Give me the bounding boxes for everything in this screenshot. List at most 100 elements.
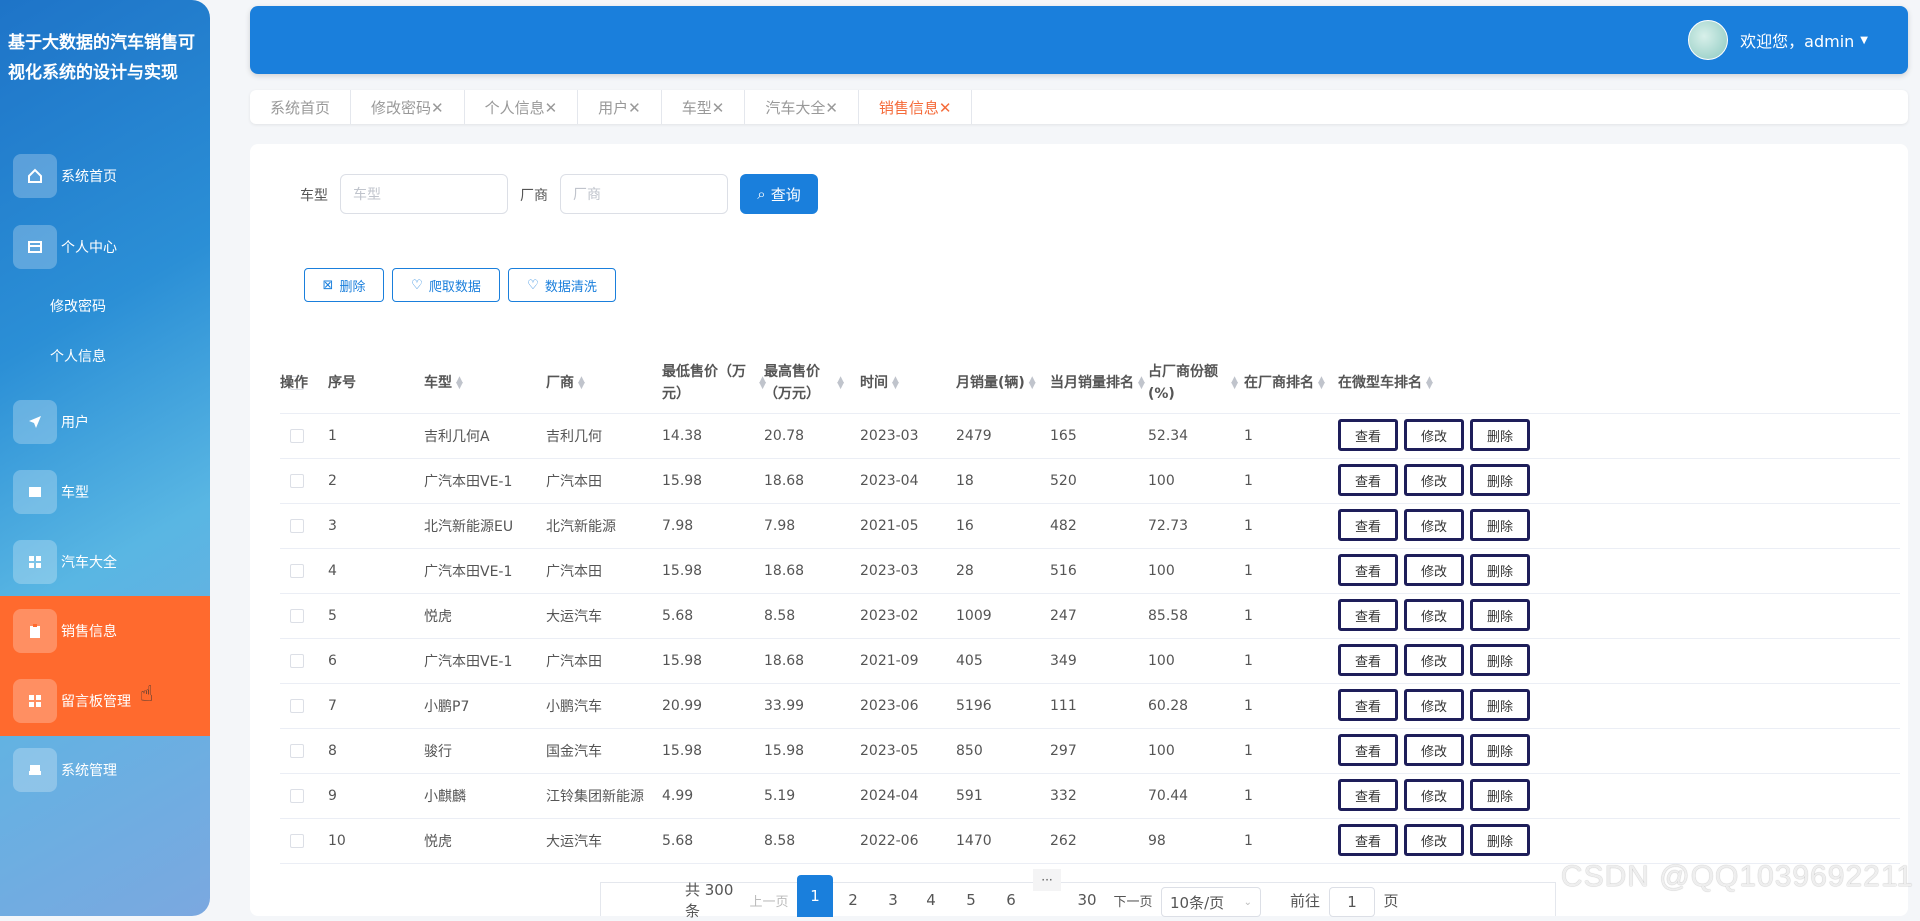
column-header[interactable]: 厂商 ▲ ▼ [546,352,650,413]
prev-page-button[interactable]: 上一页 [747,883,791,917]
page-4[interactable]: 4 [913,883,949,917]
user-menu[interactable]: 欢迎您，admin ▼ [1688,20,1868,60]
column-header[interactable]: 最高售价（万元） ▲ ▼ [764,352,844,413]
edit-button[interactable]: 修改 [1404,509,1464,541]
clean-data-button[interactable]: ♡ 数据清洗 [508,268,616,302]
edit-button[interactable]: 修改 [1404,734,1464,766]
sort-icon[interactable]: ▲ ▼ [1029,375,1036,390]
view-button[interactable]: 查看 [1338,554,1398,586]
edit-button[interactable]: 修改 [1404,689,1464,721]
sort-icon[interactable]: ▲ ▼ [1318,375,1325,390]
view-button[interactable]: 查看 [1338,464,1398,496]
page-1[interactable]: 1 [797,875,833,917]
edit-button[interactable]: 修改 [1404,824,1464,856]
column-header[interactable]: 车型 ▲ ▼ [424,352,534,413]
row-checkbox[interactable] [290,414,304,458]
row-checkbox[interactable] [290,459,304,503]
sidebar-item-change-password[interactable]: 修改密码 [0,286,210,326]
page-2[interactable]: 2 [835,883,871,917]
page-size-select[interactable]: 10条/页 ⌄ [1161,887,1261,917]
model-input[interactable]: 车型 [340,174,508,214]
sort-icon[interactable]: ▲ ▼ [1231,375,1238,390]
row-checkbox[interactable] [290,549,304,593]
column-header[interactable]: 在厂商排名 ▲ ▼ [1244,352,1334,413]
table-cell: 1470 [956,833,992,849]
row-checkbox[interactable] [290,594,304,638]
page-6[interactable]: 6 [993,883,1029,917]
row-checkbox[interactable] [290,729,304,773]
view-button[interactable]: 查看 [1338,419,1398,451]
sort-icon[interactable]: ▲ ▼ [837,375,844,390]
query-button[interactable]: ⌕ 查询 [740,174,818,214]
view-button[interactable]: 查看 [1338,824,1398,856]
batch-delete-button[interactable]: ⊠ 删除 [304,268,384,302]
sort-icon[interactable]: ▲ ▼ [1138,375,1145,390]
tab-sales-info[interactable]: 销售信息✕ [859,90,973,124]
tab-change-password[interactable]: 修改密码✕ [351,90,465,124]
view-button[interactable]: 查看 [1338,689,1398,721]
view-button[interactable]: 查看 [1338,779,1398,811]
page-30[interactable]: 30 [1067,883,1107,917]
edit-button[interactable]: 修改 [1404,419,1464,451]
tab-personal-info[interactable]: 个人信息✕ [465,90,579,124]
tab-home[interactable]: 系统首页 [250,90,352,124]
sort-icon[interactable]: ▲ ▼ [456,375,463,390]
edit-button[interactable]: 修改 [1404,464,1464,496]
row-checkbox[interactable] [290,684,304,728]
grid-icon [13,540,57,584]
row-checkbox[interactable] [290,774,304,818]
pager-total: 共 300 条 [685,881,734,920]
row-checkbox[interactable] [290,819,304,863]
more-pages-button[interactable]: ··· [1033,869,1061,891]
delete-button[interactable]: 删除 [1470,689,1530,721]
sidebar-item-sales-info[interactable]: 销售信息 [0,596,210,666]
table-cell: 14.38 [662,428,703,444]
delete-button[interactable]: 删除 [1470,554,1530,586]
goto-page-input[interactable]: 1 [1329,887,1375,917]
column-header[interactable]: 在微型车排名 ▲ ▼ [1338,352,1538,413]
row-checkbox[interactable] [290,504,304,548]
table-cell: 2023-03 [860,428,919,444]
tab-car-encyclopedia[interactable]: 汽车大全✕ [745,90,859,124]
sidebar-item-personal-info[interactable]: 个人信息 [0,336,210,376]
column-header[interactable]: 占厂商份额(%) ▲ ▼ [1148,352,1238,413]
delete-button[interactable]: 删除 [1470,419,1530,451]
edit-button[interactable]: 修改 [1404,779,1464,811]
edit-button[interactable]: 修改 [1404,554,1464,586]
column-header[interactable]: 当月销量排名 ▲ ▼ [1050,352,1146,413]
delete-button[interactable]: 删除 [1470,779,1530,811]
view-button[interactable]: 查看 [1338,599,1398,631]
delete-button[interactable]: 删除 [1470,734,1530,766]
tab-users[interactable]: 用户✕ [578,90,662,124]
column-header[interactable]: 月销量(辆) ▲ ▼ [956,352,1046,413]
edit-button[interactable]: 修改 [1404,599,1464,631]
column-header[interactable]: 时间 ▲ ▼ [860,352,950,413]
edit-button[interactable]: 修改 [1404,644,1464,676]
delete-button[interactable]: 删除 [1470,509,1530,541]
sidebar-item-car-models[interactable]: 车型 [0,458,210,526]
page-5[interactable]: 5 [953,883,989,917]
delete-button[interactable]: 删除 [1470,644,1530,676]
delete-button[interactable]: 删除 [1470,599,1530,631]
view-button[interactable]: 查看 [1338,509,1398,541]
page-3[interactable]: 3 [875,883,911,917]
sidebar-item-personal-center[interactable]: 个人中心 [0,213,210,281]
column-header[interactable]: 最低售价（万元） ▲ ▼ [662,352,766,413]
crawl-data-button[interactable]: ♡ 爬取数据 [392,268,500,302]
sidebar-item-users[interactable]: 用户 [0,388,210,456]
maker-input[interactable]: 厂商 [560,174,728,214]
tab-car-models[interactable]: 车型✕ [662,90,746,124]
delete-button[interactable]: 删除 [1470,464,1530,496]
next-page-button[interactable]: 下一页 [1109,883,1157,917]
view-button[interactable]: 查看 [1338,644,1398,676]
sort-icon[interactable]: ▲ ▼ [1426,375,1433,390]
sort-icon[interactable]: ▲ ▼ [578,375,585,390]
sidebar-item-car-encyclopedia[interactable]: 汽车大全 [0,528,210,596]
sidebar-item-message-board[interactable]: 留言板管理 [0,666,210,736]
view-button[interactable]: 查看 [1338,734,1398,766]
sidebar-item-home[interactable]: 系统首页 [0,142,210,210]
sort-icon[interactable]: ▲ ▼ [892,375,899,390]
row-checkbox[interactable] [290,639,304,683]
delete-button[interactable]: 删除 [1470,824,1530,856]
sidebar-item-system-management[interactable]: 系统管理 [0,736,210,804]
